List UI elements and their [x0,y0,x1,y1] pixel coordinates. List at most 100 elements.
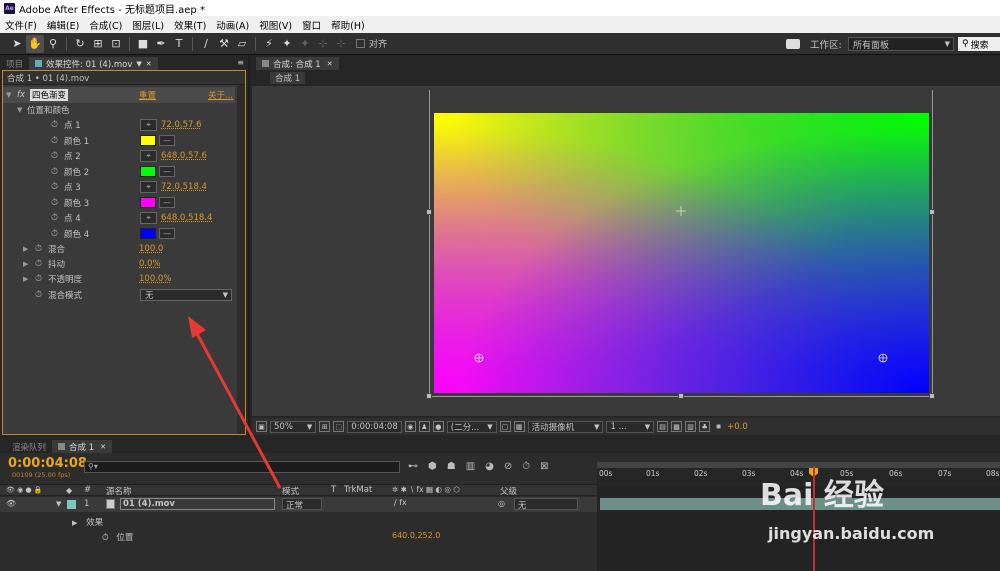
crosshair-icon[interactable]: ⌖ [140,180,157,193]
tab-effect-controls[interactable]: 效果控件: 01 (4).mov ▼ ✕ [29,57,158,70]
comp-flowchart-icon[interactable]: ♣ [699,421,711,432]
rectangle-tool-icon[interactable]: ■ [134,35,152,53]
layer-name[interactable]: 01 (4).mov [120,498,275,510]
menu-layer[interactable]: 图层(L) [127,18,169,32]
param-value[interactable]: 100.0% [139,274,171,284]
about-link[interactable]: 关于... [208,89,233,101]
snap-checkbox[interactable] [356,39,365,48]
fast-previews-icon[interactable]: ▩ [671,421,683,432]
stopwatch-icon[interactable]: ⏱ [102,533,109,543]
selection-tool-icon[interactable]: ➤ [8,35,26,53]
pan-behind-tool-icon[interactable]: ⊡ [107,35,125,53]
stopwatch-icon[interactable]: ⏱ [35,274,45,284]
layer-switches[interactable]: ∕ fx [394,498,407,507]
pen-tool-icon[interactable]: ✒ [152,35,170,53]
channel-icon[interactable]: ● [432,421,444,432]
eraser-tool-icon[interactable]: ▱ [233,35,251,53]
toggle-pixel-aspect-icon[interactable]: ▤ [657,421,669,432]
eyedropper-icon[interactable]: — [159,135,175,147]
hand-tool-icon[interactable]: ✋ [26,34,44,53]
close-icon[interactable]: ✕ [327,60,333,68]
workspace-dropdown[interactable]: 所有面板 ▼ [848,37,954,51]
comp-mini-flowchart-icon[interactable]: ⊷ [408,461,418,475]
crosshair-icon[interactable]: ⌖ [140,149,157,162]
menu-edit[interactable]: 编辑(E) [42,18,84,32]
menu-animation[interactable]: 动画(A) [211,18,254,32]
expand-triangle-icon[interactable]: ▼ [56,500,61,508]
exposure-icon[interactable]: ✺ [713,421,724,432]
stopwatch-icon[interactable]: ⏱ [51,229,61,239]
param-value[interactable]: 100.0 [139,244,163,254]
transform-handle[interactable] [929,393,935,399]
motion-blur-icon[interactable]: ◕ [485,461,494,475]
render-icon[interactable]: ⊠ [540,461,548,475]
col-trkmat[interactable]: TrkMat [344,485,372,495]
clone-stamp-tool-icon[interactable]: ⚒ [215,35,233,53]
safe-zones-icon[interactable]: ⊞ [319,421,331,432]
col-source-name[interactable]: 源名称 [106,485,132,497]
expand-triangle-icon[interactable]: ▶ [23,260,31,268]
tab-comp-timeline[interactable]: 合成 1 ✕ [52,440,113,453]
group-position-color[interactable]: ▼ 位置和颜色 [3,102,235,118]
tab-composition[interactable]: 合成: 合成 1 ✕ [256,57,339,70]
puppet-pin-tool-icon[interactable]: ✦ [278,35,296,53]
menu-effect[interactable]: 效果(T) [169,18,211,32]
expand-triangle-icon[interactable]: ▼ [6,91,14,99]
menu-file[interactable]: 文件(F) [0,18,42,32]
crosshair-icon[interactable]: ⌖ [140,118,157,131]
expand-triangle-icon[interactable]: ▼ [17,106,25,114]
color-swatch-yellow[interactable] [140,135,156,147]
panel-menu-icon[interactable]: ≡ [237,58,244,67]
hide-shy-icon[interactable]: ☗ [447,461,456,475]
rotate-tool-icon[interactable]: ↻ [71,35,89,53]
stopwatch-icon[interactable]: ⏱ [522,461,530,475]
col-t[interactable]: T [331,485,336,495]
brush-tool-icon[interactable]: ∕ [197,35,215,53]
search-help-input[interactable]: ⚲ 搜索 [958,37,1000,51]
stopwatch-icon[interactable]: ⏱ [51,151,61,161]
stopwatch-icon[interactable]: ⏱ [51,198,61,208]
visibility-icon[interactable]: 👁 [6,499,16,508]
position-property[interactable]: ⏱ 位置 [102,531,133,543]
expand-triangle-icon[interactable]: ▶ [72,519,77,527]
snapshot-icon[interactable]: ◉ [404,421,416,432]
menu-view[interactable]: 视图(V) [254,18,297,32]
views-dropdown[interactable]: 1 ... ▼ [606,420,655,433]
param-value[interactable]: 648.0,57.6 [161,151,207,161]
current-time-field[interactable]: 0:00:04:08 [347,420,402,433]
draft-3d-icon[interactable]: ⬢ [428,461,437,475]
transform-handle[interactable] [929,209,935,215]
effect-row-four-color-gradient[interactable]: ▼ fx 四色渐变 重置 关于... [3,87,235,103]
blend-mode-dropdown[interactable]: 无 ▼ [140,288,232,301]
stopwatch-icon[interactable]: ⏱ [35,290,45,300]
menu-help[interactable]: 帮助(H) [326,18,370,32]
expand-triangle-icon[interactable]: ▶ [23,275,31,283]
eyedropper-icon[interactable]: — [159,197,175,209]
pickwhip-icon[interactable]: ◎ [498,499,505,508]
reset-link[interactable]: 重置 [139,89,156,101]
graph-editor-icon[interactable]: ⊘ [504,461,512,475]
tab-project[interactable]: 项目 [0,57,29,70]
parent-dropdown[interactable]: 无 [514,498,578,511]
stopwatch-icon[interactable]: ⏱ [35,259,45,269]
stopwatch-icon[interactable]: ⏱ [51,136,61,146]
param-value[interactable]: 72.0,57.6 [161,120,202,130]
layer-row[interactable]: 👁 ▼ 1 01 (4).mov 正常 ∕ fx ◎ 无 [0,497,597,512]
zoom-tool-icon[interactable]: ⚲ [44,35,62,53]
param-value[interactable]: 72.0,518.4 [161,182,207,192]
transparency-grid-icon[interactable]: ▦ [513,421,525,432]
camera-tool-icon[interactable]: ⊞ [89,35,107,53]
stopwatch-icon[interactable]: ⏱ [51,120,61,130]
crosshair-icon[interactable]: ⌖ [140,211,157,224]
effects-property[interactable]: ▶ 效果 [72,516,103,528]
comp-sub-tab[interactable]: 合成 1 [270,72,306,84]
chevron-down-icon[interactable]: ▼ [136,60,141,68]
region-of-interest-icon[interactable]: ▢ [499,421,511,432]
stopwatch-icon[interactable]: ⏱ [51,213,61,223]
fx-icon[interactable]: fx [17,90,25,100]
layer-mode-dropdown[interactable]: 正常 [282,498,322,511]
param-value[interactable]: 648.0,518.4 [161,213,212,223]
eyedropper-icon[interactable]: — [159,228,175,240]
tab-render-queue[interactable]: 渲染队列 [6,440,52,453]
position-value[interactable]: 640.0,252.0 [392,531,440,540]
